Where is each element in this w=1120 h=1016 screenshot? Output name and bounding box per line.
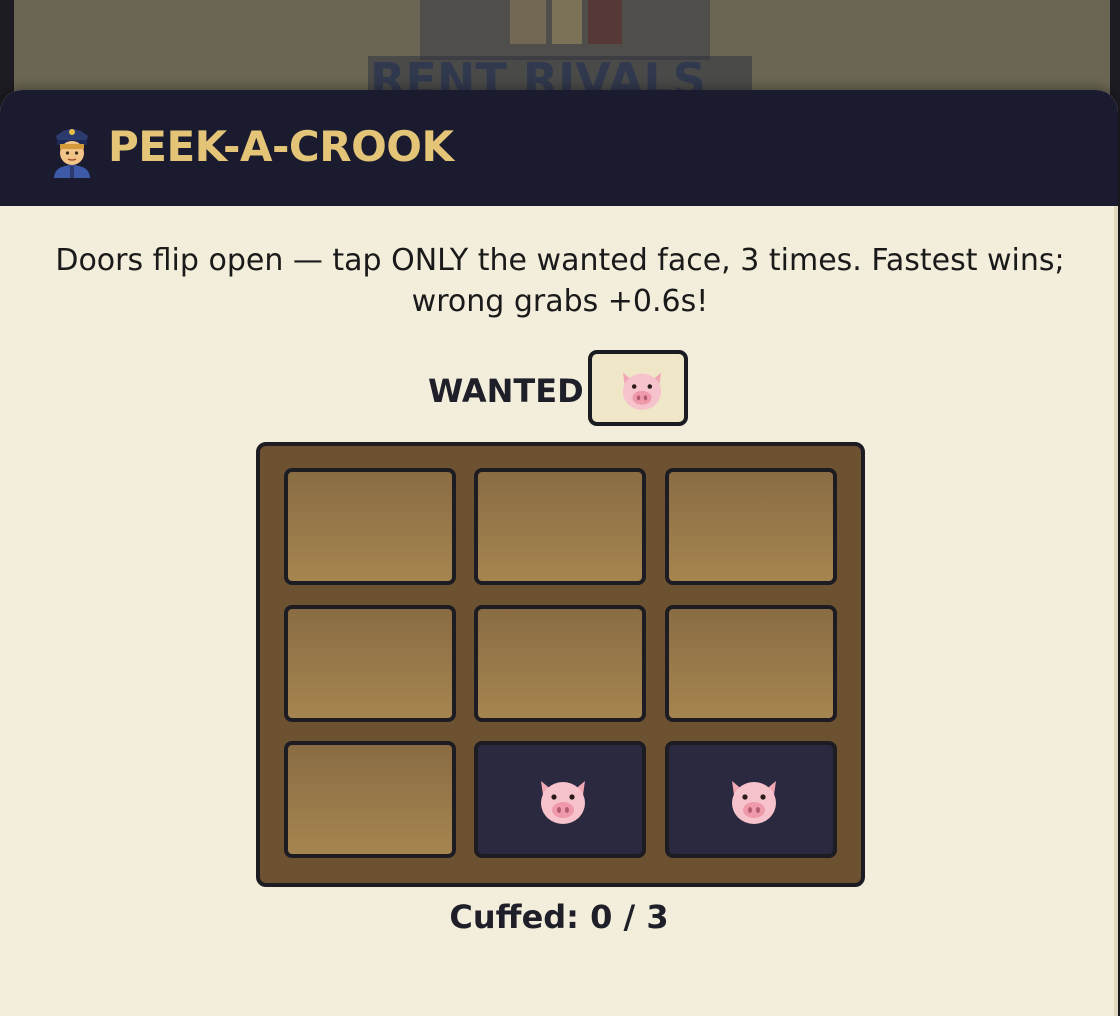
instructions-text: Doors flip open — tap ONLY the wanted fa… <box>55 243 1065 319</box>
modal-title: PEEK-A-CROOK <box>108 122 454 171</box>
door-3[interactable] <box>665 468 837 585</box>
door-1[interactable] <box>284 468 456 585</box>
cuffed-counter: Cuffed: 0 / 3 <box>449 898 669 936</box>
pig-face-icon <box>622 372 662 410</box>
door-4[interactable] <box>284 605 456 722</box>
police-officer-icon <box>54 129 90 178</box>
door-7[interactable] <box>284 741 456 858</box>
rent-rivals-logo: RENT RIVALS <box>368 0 752 96</box>
door-board <box>256 442 865 887</box>
peek-a-crook-modal: PEEK-A-CROOK Doors flip open — tap ONLY … <box>0 90 1118 1016</box>
modal-header: PEEK-A-CROOK <box>0 90 1118 206</box>
pig-face-icon[interactable] <box>724 771 784 831</box>
door-5[interactable] <box>474 605 646 722</box>
door-8-open[interactable] <box>474 741 646 858</box>
wanted-face-box <box>588 350 688 426</box>
pig-face-icon[interactable] <box>533 771 593 831</box>
door-6[interactable] <box>665 605 837 722</box>
wanted-label: WANTED <box>428 372 584 410</box>
modal-body-edge <box>1114 206 1118 1016</box>
door-9-open[interactable] <box>665 741 837 858</box>
door-2[interactable] <box>474 468 646 585</box>
